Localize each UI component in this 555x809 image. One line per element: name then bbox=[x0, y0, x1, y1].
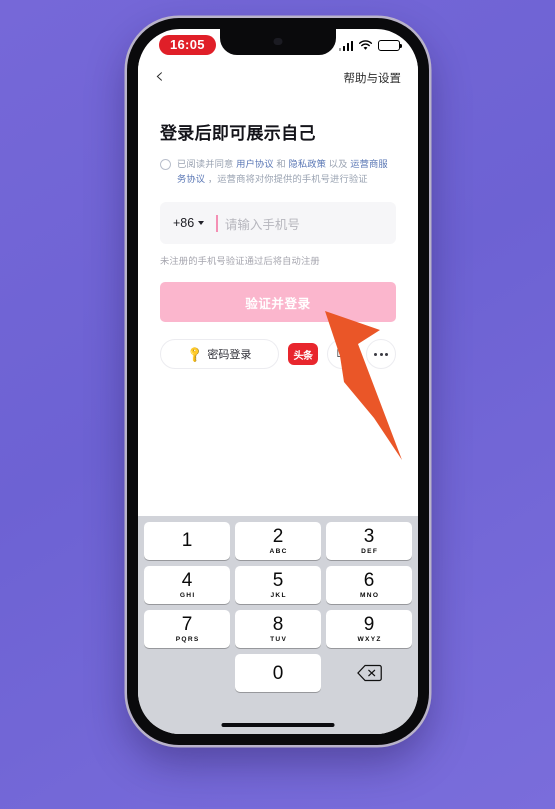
key-letters: GHI bbox=[179, 592, 196, 599]
key-8[interactable]: 8 TUV bbox=[235, 610, 321, 648]
key-digit: 6 bbox=[363, 570, 375, 591]
notch-speaker-icon bbox=[273, 38, 283, 45]
key-9[interactable]: 9 WXYZ bbox=[326, 610, 412, 648]
key-digit: 9 bbox=[363, 614, 375, 635]
key-digit: 0 bbox=[272, 662, 284, 684]
agreement-checkbox[interactable] bbox=[160, 159, 171, 170]
agreement-suffix: ，运营商将对你提供的手机号进行验证 bbox=[205, 174, 368, 185]
keyboard-row: 7 PQRS 8 TUV 9 WXYZ bbox=[141, 610, 415, 648]
key-digit: 8 bbox=[272, 614, 284, 635]
key-digit: 3 bbox=[363, 526, 375, 547]
password-login-button[interactable]: 🔑 密码登录 bbox=[160, 339, 279, 370]
key-1[interactable]: 1 bbox=[144, 522, 230, 560]
page-title: 登录后即可展示自己 bbox=[160, 124, 316, 143]
backspace-key[interactable] bbox=[326, 654, 412, 692]
back-button[interactable]: ‹ bbox=[155, 64, 170, 93]
user-agreement-link[interactable]: 用户协议 bbox=[236, 159, 274, 169]
phone-input-placeholder: 请输入手机号 bbox=[224, 217, 300, 232]
key-6[interactable]: 6 MNO bbox=[326, 566, 412, 604]
key-digit: 4 bbox=[181, 570, 193, 591]
numeric-keyboard: 1 2 ABC 3 DEF 4 GHI 5 JKL 6 MNO 7 PQRS 8 TUV 9W… bbox=[138, 516, 418, 734]
signal-bars-icon bbox=[338, 40, 353, 51]
more-login-options-button[interactable] bbox=[366, 339, 396, 370]
keyboard-row: 1 2 ABC 3 DEF bbox=[141, 522, 415, 560]
apple-logo-icon:  bbox=[336, 345, 348, 361]
apple-login-button[interactable]:  bbox=[327, 339, 357, 370]
auto-register-hint: 未注册的手机号验证通过后将自动注册 bbox=[160, 256, 320, 267]
login-content-area: 登录后即可展示自己 已阅读并同意 用户协议 和 隐私政策 以及 运营商服务协议 … bbox=[138, 97, 418, 516]
chevron-down-icon bbox=[198, 221, 205, 226]
key-5[interactable]: 5 JKL bbox=[235, 566, 321, 604]
text-cursor bbox=[216, 214, 218, 232]
phone-device-frame: 16:05 ‹ 帮助与设置 登录后即可展示自己 已阅读并同意 用户协议 和 隐私… bbox=[127, 18, 429, 745]
phone-notch bbox=[220, 29, 336, 55]
key-letters: TUV bbox=[270, 636, 288, 643]
key-letters: JKL bbox=[270, 592, 287, 599]
key-2[interactable]: 2 ABC bbox=[235, 522, 321, 560]
key-letters: PQRS bbox=[175, 636, 200, 643]
phone-number-input[interactable]: +86 请输入手机号 bbox=[160, 202, 396, 245]
wifi-icon bbox=[358, 40, 373, 50]
verify-and-login-button[interactable]: 验证并登录 bbox=[160, 282, 396, 323]
key-letters: DEF bbox=[361, 548, 379, 555]
nav-bar: ‹ 帮助与设置 bbox=[138, 59, 418, 97]
agreement-prefix: 已阅读并同意 bbox=[177, 159, 237, 169]
country-code-selector[interactable]: +86 bbox=[173, 216, 205, 231]
key-letters: WXYZ bbox=[357, 636, 382, 643]
status-time-badge: 16:05 bbox=[159, 35, 216, 55]
agreement-row[interactable]: 已阅读并同意 用户协议 和 隐私政策 以及 运营商服务协议 ，运营商将对你提供的… bbox=[160, 157, 396, 187]
agreement-text: 已阅读并同意 用户协议 和 隐私政策 以及 运营商服务协议 ，运营商将对你提供的… bbox=[177, 157, 396, 187]
privacy-policy-link[interactable]: 隐私政策 bbox=[288, 159, 326, 169]
key-letters: MNO bbox=[360, 592, 380, 599]
agreement-sep-1: 和 bbox=[273, 159, 289, 169]
key-0[interactable]: 0 bbox=[235, 654, 321, 692]
key-digit: 5 bbox=[272, 570, 284, 591]
key-7[interactable]: 7 PQRS bbox=[144, 610, 230, 648]
key-4[interactable]: 4 GHI bbox=[144, 566, 230, 604]
phone-screen: 16:05 ‹ 帮助与设置 登录后即可展示自己 已阅读并同意 用户协议 和 隐私… bbox=[138, 29, 418, 734]
agreement-sep-2: 以及 bbox=[326, 159, 351, 169]
key-3[interactable]: 3 DEF bbox=[326, 522, 412, 560]
keyboard-row: 4 GHI 5 JKL 6 MNO bbox=[141, 566, 415, 604]
keyboard-row: 0 bbox=[141, 654, 415, 692]
backspace-icon bbox=[356, 664, 382, 682]
key-icon: 🔑 bbox=[185, 345, 204, 364]
country-code-label: +86 bbox=[173, 216, 195, 231]
status-icon-group bbox=[338, 40, 403, 51]
toutiao-login-icon[interactable]: 头条 bbox=[288, 343, 318, 366]
key-digit: 7 bbox=[181, 614, 193, 635]
more-dots-icon bbox=[374, 352, 388, 356]
password-login-label: 密码登录 bbox=[207, 349, 252, 362]
key-digit: 2 bbox=[272, 526, 284, 547]
key-letters: ABC bbox=[269, 548, 288, 555]
alternative-login-row: 🔑 密码登录 头条  bbox=[160, 339, 396, 370]
key-digit: 1 bbox=[181, 529, 193, 551]
battery-icon bbox=[378, 40, 403, 51]
home-indicator bbox=[221, 723, 335, 727]
help-and-settings-link[interactable]: 帮助与设置 bbox=[344, 70, 402, 86]
keyboard-spacer bbox=[144, 654, 230, 692]
